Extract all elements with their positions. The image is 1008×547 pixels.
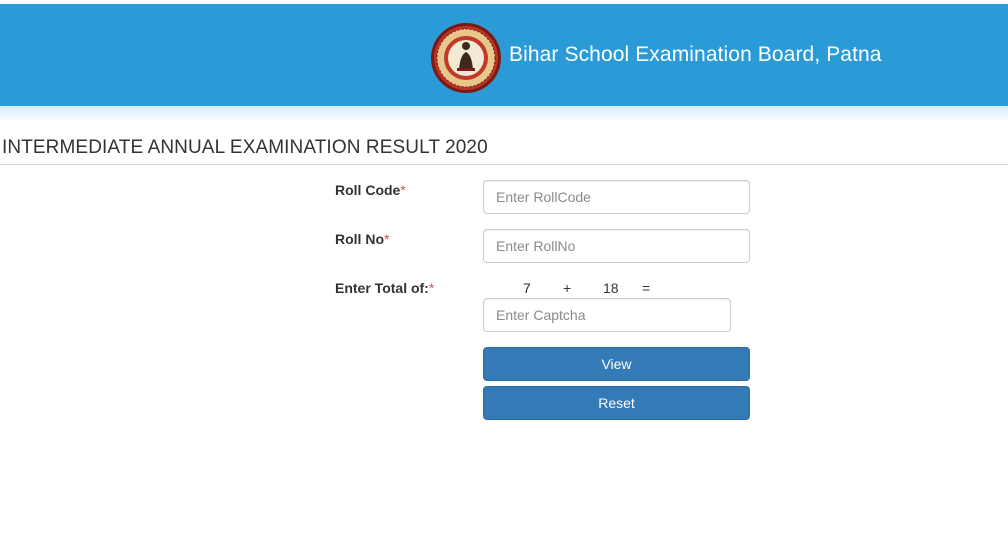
roll-no-input[interactable] bbox=[483, 229, 750, 263]
header-shadow bbox=[0, 106, 1008, 122]
roll-no-label-text: Roll No bbox=[335, 231, 384, 247]
captcha-operand-a: 7 bbox=[523, 280, 531, 296]
roll-code-label-text: Roll Code bbox=[335, 182, 401, 198]
site-header: Bihar School Examination Board, Patna bbox=[0, 4, 1008, 106]
roll-code-label: Roll Code* bbox=[335, 182, 406, 198]
bseb-emblem-icon bbox=[430, 22, 502, 94]
title-divider bbox=[0, 164, 1008, 165]
page-title: INTERMEDIATE ANNUAL EXAMINATION RESULT 2… bbox=[2, 137, 488, 158]
roll-no-label: Roll No* bbox=[335, 231, 389, 247]
captcha-input[interactable] bbox=[483, 298, 731, 332]
roll-code-input[interactable] bbox=[483, 180, 750, 214]
captcha-label: Enter Total of:* bbox=[335, 280, 434, 296]
captcha-label-text: Enter Total of: bbox=[335, 280, 429, 296]
captcha-operator: + bbox=[563, 280, 572, 296]
required-mark: * bbox=[428, 280, 435, 296]
required-mark: * bbox=[384, 231, 390, 247]
captcha-operand-b: 18 bbox=[603, 280, 619, 296]
board-title: Bihar School Examination Board, Patna bbox=[509, 43, 882, 66]
captcha-equals: = bbox=[642, 280, 651, 296]
view-button[interactable]: View bbox=[483, 347, 750, 381]
required-mark: * bbox=[400, 182, 406, 198]
reset-button[interactable]: Reset bbox=[483, 386, 750, 420]
